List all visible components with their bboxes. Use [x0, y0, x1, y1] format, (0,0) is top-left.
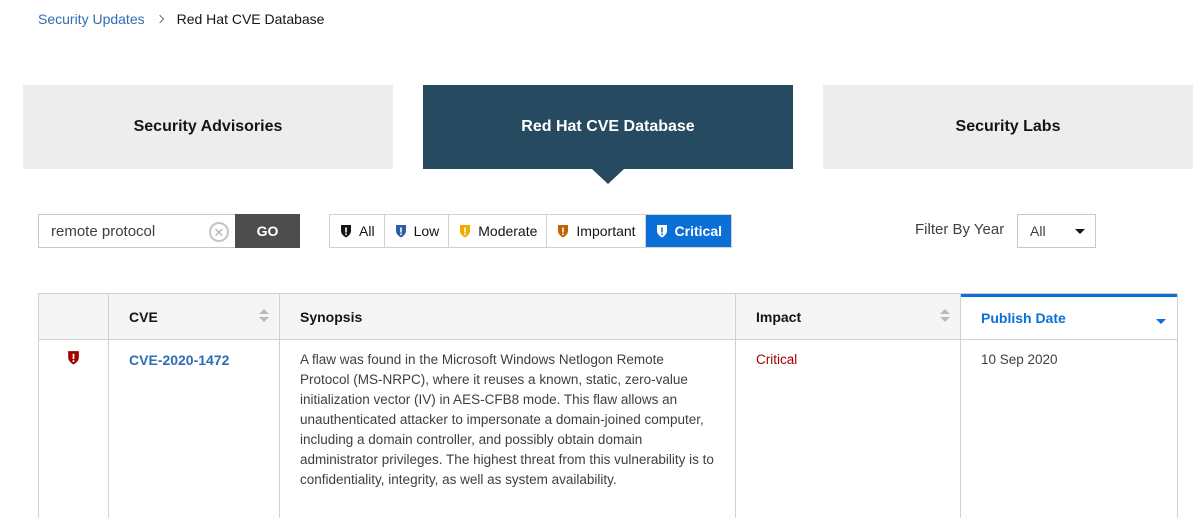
filter-label: Critical [674, 223, 723, 239]
filter-moderate[interactable]: Moderate [449, 215, 548, 247]
impact-value: Critical [756, 352, 798, 367]
chevron-right-icon [155, 14, 164, 24]
filter-low[interactable]: Low [384, 215, 450, 247]
filter-critical[interactable]: Critical [645, 215, 732, 247]
tab-label: Red Hat CVE Database [521, 118, 695, 135]
tab-label: Security Advisories [133, 118, 283, 135]
filter-all[interactable]: All [330, 215, 385, 247]
header-label: Synopsis [300, 308, 363, 325]
sort-icon [259, 309, 269, 323]
search-input[interactable] [39, 215, 235, 247]
filter-label: Moderate [478, 223, 538, 239]
shield-icon [460, 225, 471, 238]
filter-by-year-label: Filter By Year [915, 221, 1005, 238]
severity-cell [39, 340, 109, 518]
filter-label: All [359, 223, 375, 239]
breadcrumb-current: Red Hat CVE Database [176, 11, 325, 27]
header-cve[interactable]: CVE [109, 294, 280, 339]
cve-link[interactable]: CVE-2020-1472 [129, 352, 229, 368]
severity-filter-group: All Low Moderate Important Critical [329, 214, 733, 248]
active-tab-pointer [592, 169, 624, 184]
header-label: Impact [756, 308, 802, 325]
shield-icon [558, 225, 569, 238]
header-severity [39, 294, 109, 339]
filter-important[interactable]: Important [547, 215, 646, 247]
publish-date-cell: 10 Sep 2020 [981, 352, 1058, 367]
tab-security-advisories[interactable]: Security Advisories [23, 85, 393, 169]
go-button[interactable]: GO [235, 214, 300, 248]
breadcrumb-link-security-updates[interactable]: Security Updates [38, 11, 145, 27]
impact-cell: Critical [736, 340, 961, 518]
clear-search-icon[interactable]: ✕ [209, 222, 229, 242]
filter-label: Low [413, 223, 440, 239]
header-impact[interactable]: Impact [736, 294, 961, 339]
header-synopsis: Synopsis [280, 294, 736, 339]
cve-table: CVE Synopsis Impact Publish Date CVE-202… [38, 293, 1178, 518]
year-select[interactable]: All [1017, 214, 1096, 248]
table-row: CVE-2020-1472 A flaw was found in the Mi… [39, 340, 1177, 518]
header-publish-date[interactable]: Publish Date [961, 294, 1177, 339]
sort-icon [940, 309, 950, 323]
table-header: CVE Synopsis Impact Publish Date [39, 294, 1177, 340]
search-box: ✕ [38, 214, 235, 248]
header-label: Publish Date [981, 310, 1066, 326]
synopsis-cell: A flaw was found in the Microsoft Window… [280, 340, 736, 518]
tab-label: Security Labs [955, 118, 1061, 135]
year-select-value: All [1030, 223, 1046, 239]
shield-icon [341, 225, 351, 238]
caret-down-icon [1075, 229, 1085, 234]
sort-descending-icon [1156, 319, 1166, 324]
tab-security-labs[interactable]: Security Labs [823, 85, 1193, 169]
header-label: CVE [129, 308, 158, 325]
shield-icon [68, 351, 79, 365]
tab-cve-database[interactable]: Red Hat CVE Database [423, 85, 793, 184]
filter-label: Important [576, 223, 636, 239]
cve-cell: CVE-2020-1472 [109, 340, 280, 518]
shield-icon [656, 225, 667, 238]
shield-icon [395, 225, 406, 238]
breadcrumb: Security Updates Red Hat CVE Database [38, 10, 324, 28]
